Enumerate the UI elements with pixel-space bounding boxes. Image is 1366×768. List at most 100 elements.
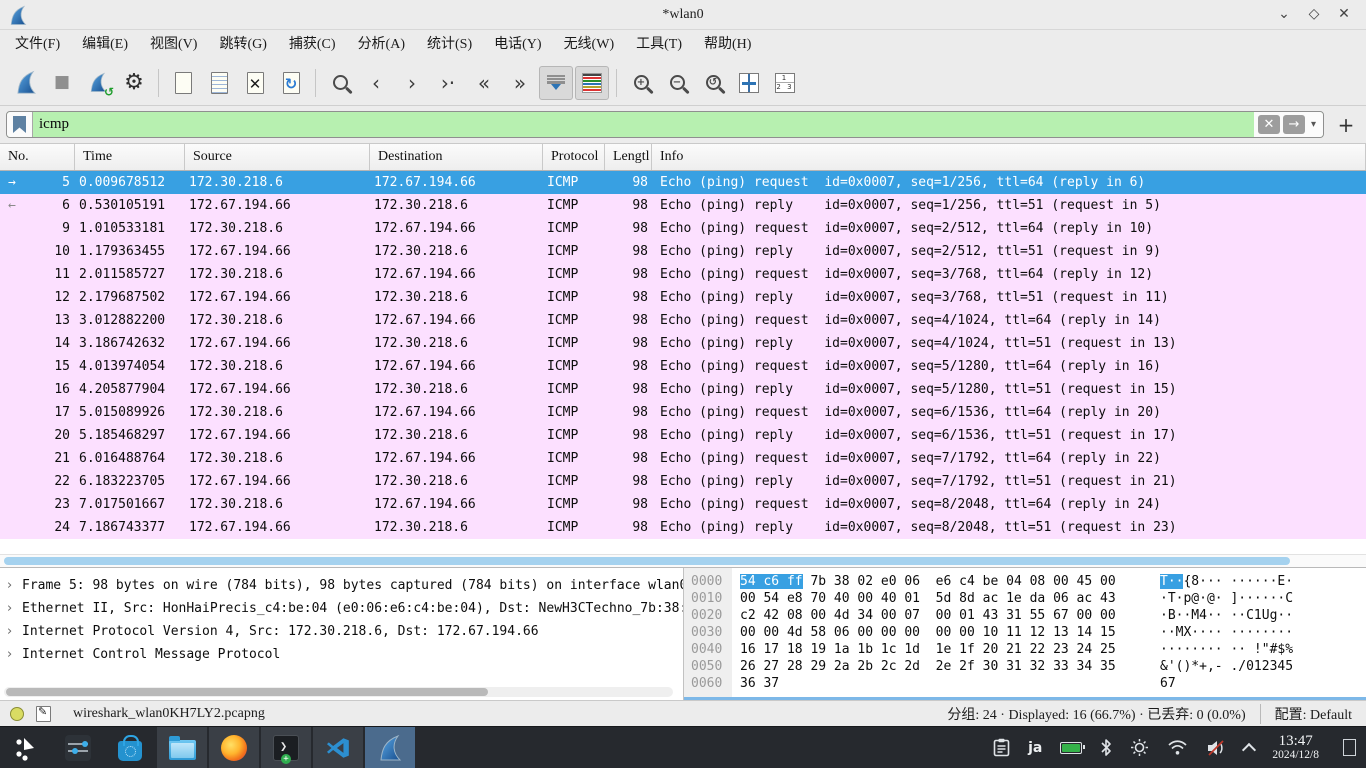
packet-row-24[interactable]: 247.186743377172.67.194.66172.30.218.6IC… bbox=[0, 516, 1366, 539]
filter-clear-button[interactable]: ✕ bbox=[1258, 115, 1280, 134]
taskbar-terminal[interactable]: ❯+ bbox=[260, 727, 312, 768]
filter-dropdown-caret[interactable]: ▾ bbox=[1308, 119, 1319, 130]
packet-row-12[interactable]: 122.179687502172.67.194.66172.30.218.6IC… bbox=[0, 286, 1366, 309]
detail-line-2[interactable]: ›Internet Protocol Version 4, Src: 172.3… bbox=[0, 620, 683, 643]
packet-list-hscrollbar[interactable] bbox=[0, 554, 1366, 568]
volume-muted-icon[interactable] bbox=[1206, 739, 1226, 757]
input-method-indicator[interactable]: ja bbox=[1028, 740, 1042, 756]
taskbar-firefox[interactable] bbox=[208, 727, 260, 768]
hex-ascii[interactable]: ········ ·· !"#$% bbox=[1132, 641, 1293, 658]
toolbar-resize-columns[interactable] bbox=[732, 66, 766, 100]
toolbar-go-back-button[interactable]: ‹ bbox=[359, 66, 393, 100]
close-button[interactable]: ✕ bbox=[1336, 6, 1352, 23]
toolbar-stop-capture-button[interactable]: ■ bbox=[45, 66, 79, 100]
detail-hscrollbar-thumb[interactable] bbox=[6, 688, 488, 696]
hex-bytes[interactable]: 16 17 18 19 1a 1b 1c 1d 1e 1f 20 21 22 2… bbox=[732, 641, 1132, 658]
detail-hscrollbar[interactable] bbox=[4, 687, 673, 697]
hex-ascii[interactable]: ··MX···· ········ bbox=[1132, 624, 1293, 641]
taskbar-discover[interactable] bbox=[104, 727, 156, 768]
hex-bytes[interactable]: 00 54 e8 70 40 00 40 01 5d 8d ac 1e da 0… bbox=[732, 590, 1132, 607]
hex-row-0000[interactable]: 000054 c6 ff 7b 38 02 e0 06 e6 c4 be 04 … bbox=[684, 573, 1366, 590]
packet-row-10[interactable]: 101.179363455172.67.194.66172.30.218.6IC… bbox=[0, 240, 1366, 263]
minimize-button[interactable]: ⌄ bbox=[1276, 6, 1292, 23]
packet-row-11[interactable]: 112.011585727172.30.218.6172.67.194.66IC… bbox=[0, 263, 1366, 286]
packet-row-17[interactable]: 175.015089926172.30.218.6172.67.194.66IC… bbox=[0, 401, 1366, 424]
toolbar-zoom-in-button[interactable]: + bbox=[624, 66, 658, 100]
hex-row-0040[interactable]: 004016 17 18 19 1a 1b 1c 1d 1e 1f 20 21 … bbox=[684, 641, 1366, 658]
taskbar-wireshark[interactable] bbox=[364, 727, 416, 768]
taskbar-file-manager[interactable] bbox=[156, 727, 208, 768]
taskbar-vscode[interactable] bbox=[312, 727, 364, 768]
tray-expand-chevron-icon[interactable] bbox=[1242, 742, 1256, 756]
packet-row-9[interactable]: 91.010533181172.30.218.6172.67.194.66ICM… bbox=[0, 217, 1366, 240]
toolbar-save-capture-file[interactable] bbox=[202, 66, 236, 100]
taskbar-launcher[interactable] bbox=[0, 727, 52, 768]
detail-line-1[interactable]: ›Ethernet II, Src: HonHaiPrecis_c4:be:04… bbox=[0, 597, 683, 620]
toolbar-numbered-columns[interactable]: 12 3 bbox=[768, 66, 802, 100]
filter-add-button[interactable]: + bbox=[1332, 113, 1360, 137]
menu-item-10[interactable]: 帮助(H) bbox=[693, 30, 762, 60]
packet-row-14[interactable]: 143.186742632172.67.194.66172.30.218.6IC… bbox=[0, 332, 1366, 355]
toolbar-start-capture-button[interactable] bbox=[9, 66, 43, 100]
packet-row-21[interactable]: 216.016488764172.30.218.6172.67.194.66IC… bbox=[0, 447, 1366, 470]
packet-row-13[interactable]: 133.012882200172.30.218.6172.67.194.66IC… bbox=[0, 309, 1366, 332]
display-filter-input[interactable] bbox=[33, 116, 1254, 133]
toolbar-find-packet-button[interactable] bbox=[323, 66, 357, 100]
hex-row-0030[interactable]: 003000 00 4d 58 06 00 00 00 00 00 10 11 … bbox=[684, 624, 1366, 641]
expander-chevron-icon[interactable]: › bbox=[7, 643, 12, 666]
capture-filename[interactable]: wireshark_wlan0KH7LY2.pcapng bbox=[73, 706, 265, 722]
detail-line-3[interactable]: ›Internet Control Message Protocol bbox=[0, 643, 683, 666]
col-length[interactable]: Lengtl bbox=[605, 144, 652, 170]
titlebar[interactable]: *wlan0 ⌄ ◇ ✕ bbox=[0, 0, 1366, 30]
hex-row-0050[interactable]: 005026 27 28 29 2a 2b 2c 2d 2e 2f 30 31 … bbox=[684, 658, 1366, 675]
toolbar-zoom-reset-button[interactable]: ↺ bbox=[696, 66, 730, 100]
menu-item-3[interactable]: 跳转(G) bbox=[208, 30, 277, 60]
col-destination[interactable]: Destination bbox=[370, 144, 543, 170]
toolbar-reload-capture-file[interactable]: ↻ bbox=[274, 66, 308, 100]
display-filter-field[interactable]: ✕ → ▾ bbox=[6, 111, 1324, 138]
clipboard-icon[interactable] bbox=[993, 738, 1010, 757]
expander-chevron-icon[interactable]: › bbox=[7, 597, 12, 620]
packet-row-6[interactable]: ←60.530105191172.67.194.66172.30.218.6IC… bbox=[0, 194, 1366, 217]
filter-bookmark-button[interactable] bbox=[7, 112, 33, 137]
battery-icon[interactable] bbox=[1060, 742, 1082, 754]
expander-chevron-icon[interactable]: › bbox=[7, 620, 12, 643]
bluetooth-icon[interactable] bbox=[1100, 738, 1112, 757]
menu-item-2[interactable]: 视图(V) bbox=[139, 30, 208, 60]
hex-bytes[interactable]: c2 42 08 00 4d 34 00 07 00 01 43 31 55 6… bbox=[732, 607, 1132, 624]
taskbar-settings[interactable] bbox=[52, 727, 104, 768]
hex-bytes[interactable]: 26 27 28 29 2a 2b 2c 2d 2e 2f 30 31 32 3… bbox=[732, 658, 1132, 675]
hex-ascii[interactable]: &'()*+,- ./012345 bbox=[1132, 658, 1293, 675]
hex-ascii[interactable]: 67 bbox=[1132, 675, 1176, 692]
toolbar-go-forward-button[interactable]: › bbox=[395, 66, 429, 100]
expert-info-icon[interactable] bbox=[10, 707, 24, 721]
toolbar-restart-capture-button[interactable]: ↺ bbox=[81, 66, 115, 100]
maximize-button[interactable]: ◇ bbox=[1306, 6, 1322, 23]
packet-row-16[interactable]: 164.205877904172.67.194.66172.30.218.6IC… bbox=[0, 378, 1366, 401]
wifi-icon[interactable] bbox=[1167, 739, 1188, 756]
toolbar-go-to-packet-button[interactable]: ›· bbox=[431, 66, 465, 100]
detail-line-0[interactable]: ›Frame 5: 98 bytes on wire (784 bits), 9… bbox=[0, 574, 683, 597]
hex-bytes[interactable]: 36 37 bbox=[732, 675, 1132, 692]
menu-item-9[interactable]: 工具(T) bbox=[625, 30, 693, 60]
brightness-icon[interactable] bbox=[1130, 738, 1149, 757]
menu-item-1[interactable]: 编辑(E) bbox=[71, 30, 139, 60]
toolbar-auto-scroll-toggle[interactable] bbox=[539, 66, 573, 100]
hex-bytes[interactable]: 54 c6 ff 7b 38 02 e0 06 e6 c4 be 04 08 0… bbox=[732, 573, 1132, 590]
filter-apply-button[interactable]: → bbox=[1283, 115, 1305, 134]
capture-comment-icon[interactable]: ✎ bbox=[36, 706, 51, 722]
menu-item-5[interactable]: 分析(A) bbox=[347, 30, 416, 60]
packet-row-22[interactable]: 226.183223705172.67.194.66172.30.218.6IC… bbox=[0, 470, 1366, 493]
hex-row-0020[interactable]: 0020c2 42 08 00 4d 34 00 07 00 01 43 31 … bbox=[684, 607, 1366, 624]
toolbar-capture-options-button[interactable]: ⚙ bbox=[117, 66, 151, 100]
menu-item-7[interactable]: 电话(Y) bbox=[483, 30, 552, 60]
col-info[interactable]: Info bbox=[652, 144, 1366, 170]
profile-selector[interactable]: 配置: Default bbox=[1260, 704, 1366, 724]
col-time[interactable]: Time bbox=[75, 144, 185, 170]
expander-chevron-icon[interactable]: › bbox=[7, 574, 12, 597]
toolbar-go-first-packet-button[interactable]: « bbox=[467, 66, 501, 100]
menu-item-8[interactable]: 无线(W) bbox=[553, 30, 626, 60]
menu-item-6[interactable]: 统计(S) bbox=[416, 30, 483, 60]
toolbar-open-capture-file[interactable] bbox=[166, 66, 200, 100]
packet-bytes-pane[interactable]: 000054 c6 ff 7b 38 02 e0 06 e6 c4 be 04 … bbox=[683, 568, 1366, 700]
